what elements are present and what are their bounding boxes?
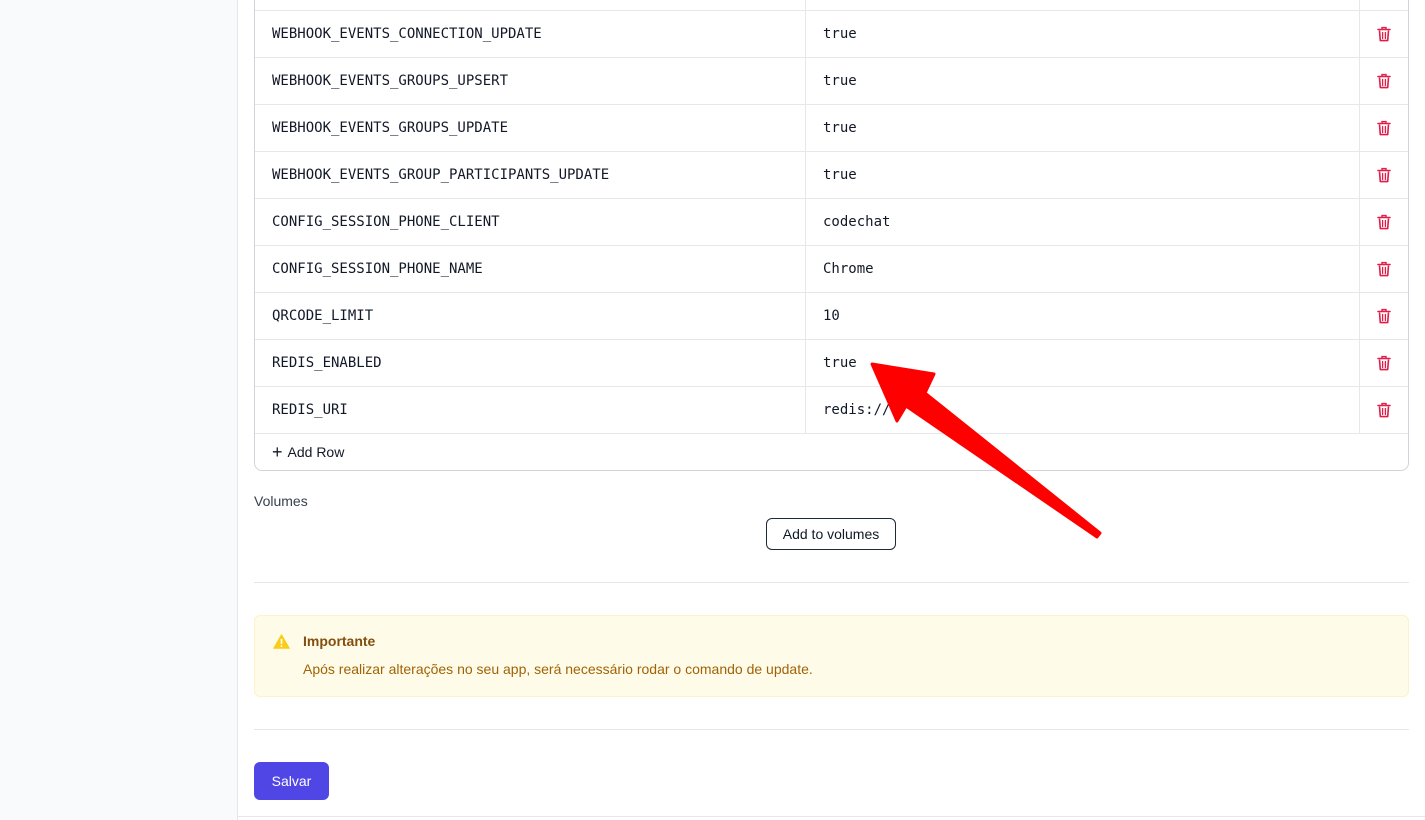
divider xyxy=(254,729,1409,730)
main-content: WEBHOOK_EVENTS_CONNECTION_UPDATE true WEBH… xyxy=(238,0,1425,820)
add-row-button[interactable]: + Add Row xyxy=(255,434,1408,470)
env-value-input[interactable]: true xyxy=(806,11,1360,57)
env-key-input[interactable]: REDIS_ENABLED xyxy=(255,340,806,386)
env-value-input[interactable]: 10 xyxy=(806,293,1360,339)
trash-icon xyxy=(1377,73,1391,89)
warning-alert: Importante Após realizar alterações no s… xyxy=(254,615,1409,697)
alert-title: Importante xyxy=(303,633,376,649)
table-row-partial xyxy=(255,0,1408,11)
env-value-input[interactable]: true xyxy=(806,340,1360,386)
trash-icon xyxy=(1377,402,1391,418)
trash-icon xyxy=(1377,308,1391,324)
env-key-input[interactable]: WEBHOOK_EVENTS_GROUPS_UPDATE xyxy=(255,105,806,151)
table-row: WEBHOOK_EVENTS_GROUP_PARTICIPANTS_UPDATE… xyxy=(255,152,1408,199)
warning-icon xyxy=(273,634,290,649)
env-key-input[interactable]: WEBHOOK_EVENTS_GROUP_PARTICIPANTS_UPDATE xyxy=(255,152,806,198)
save-button[interactable]: Salvar xyxy=(254,762,329,800)
environment-variables-table: WEBHOOK_EVENTS_CONNECTION_UPDATE true WEBH… xyxy=(254,0,1409,471)
env-value-input[interactable]: true xyxy=(806,152,1360,198)
delete-row-button[interactable] xyxy=(1360,11,1408,57)
trash-icon xyxy=(1377,261,1391,277)
env-value-input[interactable]: true xyxy=(806,105,1360,151)
table-row: REDIS_ENABLED true xyxy=(255,340,1408,387)
env-key-input[interactable]: CONFIG_SESSION_PHONE_CLIENT xyxy=(255,199,806,245)
env-value-input[interactable]: redis:// xyxy=(806,387,1360,433)
table-row: QRCODE_LIMIT 10 xyxy=(255,293,1408,340)
delete-row-button[interactable] xyxy=(1360,246,1408,292)
table-row: WEBHOOK_EVENTS_CONNECTION_UPDATE true xyxy=(255,11,1408,58)
trash-icon xyxy=(1377,214,1391,230)
delete-row-button[interactable] xyxy=(1360,152,1408,198)
table-row: CONFIG_SESSION_PHONE_NAME Chrome xyxy=(255,246,1408,293)
env-key-input[interactable]: CONFIG_SESSION_PHONE_NAME xyxy=(255,246,806,292)
table-row: WEBHOOK_EVENTS_GROUPS_UPSERT true xyxy=(255,58,1408,105)
table-row: CONFIG_SESSION_PHONE_CLIENT codechat xyxy=(255,199,1408,246)
env-key-input[interactable]: QRCODE_LIMIT xyxy=(255,293,806,339)
divider xyxy=(254,582,1409,583)
trash-icon xyxy=(1377,26,1391,42)
env-key-input[interactable]: REDIS_URI xyxy=(255,387,806,433)
delete-row-button[interactable] xyxy=(1360,387,1408,433)
table-body: WEBHOOK_EVENTS_CONNECTION_UPDATE true WEBH… xyxy=(255,11,1408,434)
env-value-input[interactable]: true xyxy=(806,58,1360,104)
delete-row-button[interactable] xyxy=(1360,293,1408,339)
delete-row-button[interactable] xyxy=(1360,105,1408,151)
trash-icon xyxy=(1377,120,1391,136)
footer-divider xyxy=(238,816,1425,817)
alert-message: Após realizar alterações no seu app, ser… xyxy=(303,661,813,677)
table-row: WEBHOOK_EVENTS_GROUPS_UPDATE true xyxy=(255,105,1408,152)
volumes-label: Volumes xyxy=(254,493,308,509)
delete-row-button[interactable] xyxy=(1360,199,1408,245)
sidebar xyxy=(0,0,238,820)
delete-row-button[interactable] xyxy=(1360,58,1408,104)
table-row: REDIS_URI redis:// xyxy=(255,387,1408,434)
trash-icon xyxy=(1377,355,1391,371)
add-to-volumes-button[interactable]: Add to volumes xyxy=(766,518,896,550)
delete-row-button[interactable] xyxy=(1360,340,1408,386)
add-row-label: Add Row xyxy=(287,444,345,460)
env-key-input[interactable]: WEBHOOK_EVENTS_GROUPS_UPSERT xyxy=(255,58,806,104)
env-value-input[interactable]: Chrome xyxy=(806,246,1360,292)
env-value-input[interactable]: codechat xyxy=(806,199,1360,245)
plus-icon: + xyxy=(272,442,283,462)
env-key-input[interactable]: WEBHOOK_EVENTS_CONNECTION_UPDATE xyxy=(255,11,806,57)
trash-icon xyxy=(1377,167,1391,183)
